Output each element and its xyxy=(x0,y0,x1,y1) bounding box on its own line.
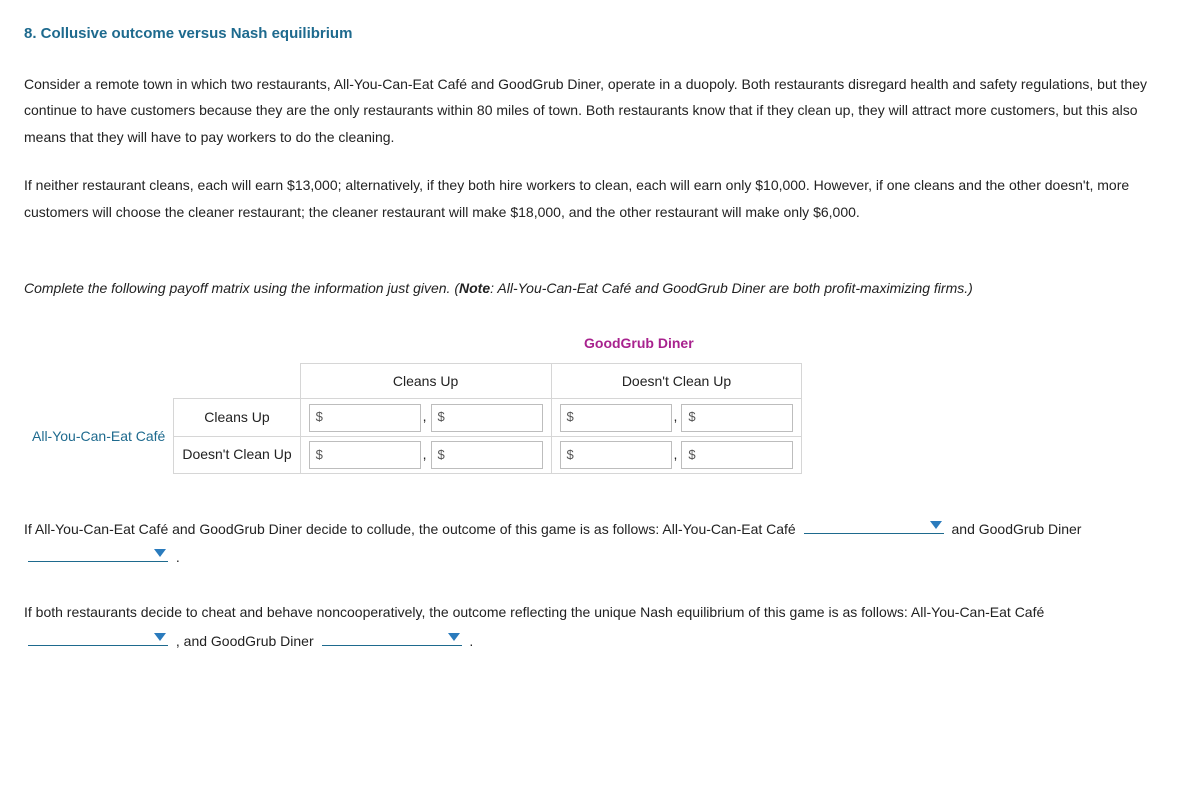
payoff-field[interactable] xyxy=(576,446,665,463)
nash-pre: If both restaurants decide to cheat and … xyxy=(24,604,1044,620)
collude-mid: and GoodGrub Diner xyxy=(952,521,1082,537)
paragraph-1: Consider a remote town in which two rest… xyxy=(24,71,1176,151)
payoff-input-r2c1-b[interactable]: $ xyxy=(431,441,543,469)
nash-question: If both restaurants decide to cheat and … xyxy=(24,599,1176,654)
comma: , xyxy=(674,441,678,468)
payoff-input-r1c2-b[interactable]: $ xyxy=(681,404,793,432)
col-header-doesnt-clean: Doesn't Clean Up xyxy=(551,363,802,399)
nash-dropdown-ayce[interactable] xyxy=(28,626,168,646)
cell-cleans-cleans: $, $ xyxy=(300,399,551,436)
column-player-label: GoodGrub Diner xyxy=(584,330,1176,357)
row-header-doesnt-clean: Doesn't Clean Up xyxy=(174,436,300,473)
instruction: Complete the following payoff matrix usi… xyxy=(24,275,1176,302)
dollar-sign: $ xyxy=(316,443,323,468)
nash-end: . xyxy=(469,633,473,649)
instruction-post: : All-You-Can-Eat Café and GoodGrub Dine… xyxy=(490,280,973,296)
payoff-input-r2c2-b[interactable]: $ xyxy=(681,441,793,469)
payoff-input-r2c1-a[interactable]: $ xyxy=(309,441,421,469)
cell-cleans-doesnt: $, $ xyxy=(551,399,802,436)
col-header-cleans: Cleans Up xyxy=(300,363,551,399)
payoff-field[interactable] xyxy=(447,446,536,463)
cell-doesnt-cleans: $, $ xyxy=(300,436,551,473)
collude-end: . xyxy=(176,549,180,565)
comma: , xyxy=(423,403,427,430)
chevron-down-icon xyxy=(154,549,166,557)
dollar-sign: $ xyxy=(567,405,574,430)
collude-pre: If All-You-Can-Eat Café and GoodGrub Din… xyxy=(24,521,796,537)
dollar-sign: $ xyxy=(567,443,574,468)
collude-question: If All-You-Can-Eat Café and GoodGrub Din… xyxy=(24,514,1176,571)
row-header-cleans: Cleans Up xyxy=(174,399,300,436)
payoff-field[interactable] xyxy=(698,446,787,463)
chevron-down-icon xyxy=(448,633,460,641)
cell-doesnt-doesnt: $, $ xyxy=(551,436,802,473)
comma: , xyxy=(674,403,678,430)
chevron-down-icon xyxy=(154,633,166,641)
collude-dropdown-ayce[interactable] xyxy=(804,514,944,534)
dollar-sign: $ xyxy=(688,443,695,468)
payoff-field[interactable] xyxy=(325,409,414,426)
dollar-sign: $ xyxy=(316,405,323,430)
dollar-sign: $ xyxy=(688,405,695,430)
payoff-input-r1c1-a[interactable]: $ xyxy=(309,404,421,432)
payoff-field[interactable] xyxy=(698,409,787,426)
dollar-sign: $ xyxy=(438,443,445,468)
payoff-field[interactable] xyxy=(325,446,414,463)
payoff-matrix: GoodGrub Diner Cleans Up Doesn't Clean U… xyxy=(24,330,1176,474)
chevron-down-icon xyxy=(930,521,942,529)
instruction-pre: Complete the following payoff matrix usi… xyxy=(24,280,459,296)
nash-dropdown-goodgrub[interactable] xyxy=(322,626,462,646)
paragraph-2: If neither restaurant cleans, each will … xyxy=(24,172,1176,225)
nash-mid: , and GoodGrub Diner xyxy=(176,633,314,649)
payoff-input-r1c1-b[interactable]: $ xyxy=(431,404,543,432)
collude-dropdown-goodgrub[interactable] xyxy=(28,542,168,562)
instruction-note-label: Note xyxy=(459,280,490,296)
comma: , xyxy=(423,441,427,468)
payoff-input-r1c2-a[interactable]: $ xyxy=(560,404,672,432)
dollar-sign: $ xyxy=(438,405,445,430)
payoff-input-r2c2-a[interactable]: $ xyxy=(560,441,672,469)
payoff-field[interactable] xyxy=(576,409,665,426)
row-player-label: All-You-Can-Eat Café xyxy=(24,399,174,474)
payoff-field[interactable] xyxy=(447,409,536,426)
question-title: 8. Collusive outcome versus Nash equilib… xyxy=(24,20,1176,49)
